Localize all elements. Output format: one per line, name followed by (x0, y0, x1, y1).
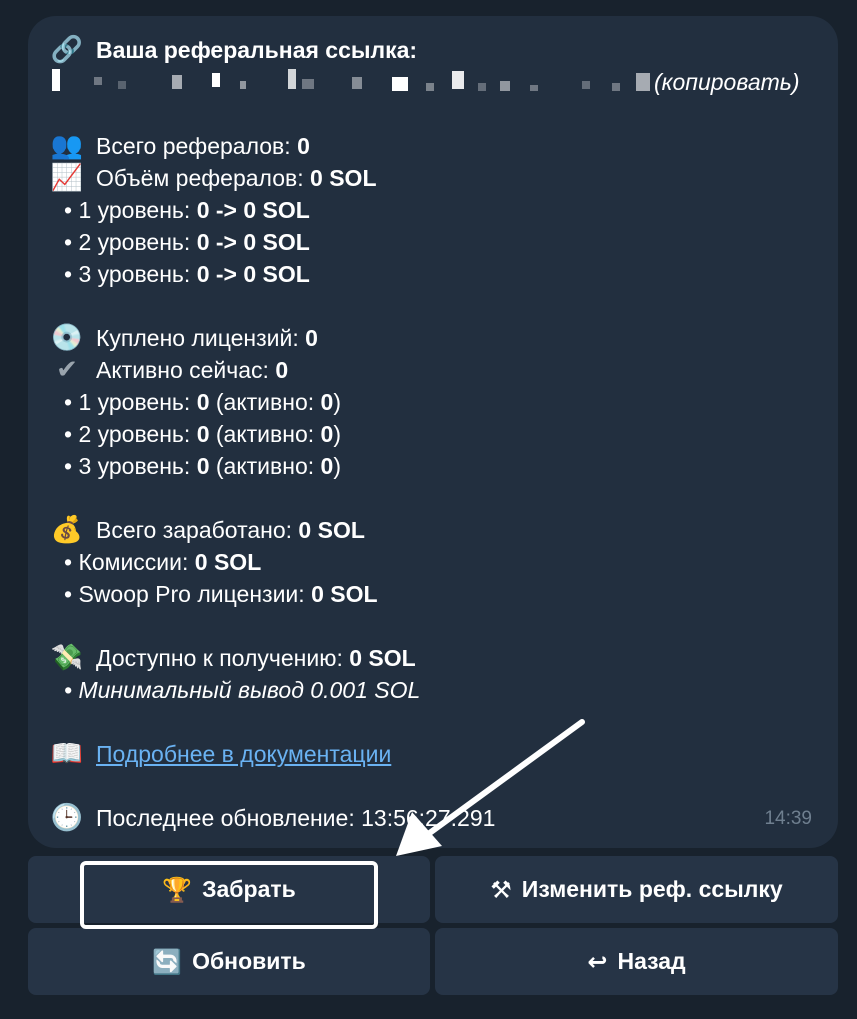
copy-link-label[interactable]: (копировать) (654, 69, 800, 95)
ref-link-title: Ваша реферальная ссылка: (96, 37, 418, 63)
last-update-value: 13:56:27.291 (361, 805, 496, 831)
message-bubble: 🔗 Ваша реферальная ссылка: (копировать) … (28, 16, 838, 848)
checkmark-icon: ✔ (56, 355, 78, 385)
refresh-button[interactable]: 🔄 Обновить (28, 928, 430, 995)
link-icon: 🔗 (50, 35, 84, 65)
disc-icon: 💿 (50, 323, 84, 353)
claim-highlight-box (80, 861, 378, 929)
chart-up-icon: 📈 (50, 163, 84, 193)
refresh-icon: 🔄 (152, 947, 183, 976)
flying-money-icon: 💸 (50, 643, 84, 673)
money-bag-icon: 💰 (50, 515, 84, 545)
copy-link[interactable]: (копировать) (654, 66, 800, 98)
message-time: 14:39 (764, 808, 812, 829)
back-icon: ↩ (587, 947, 608, 976)
ref-link-redacted (52, 69, 652, 91)
people-icon: 👥 (50, 131, 84, 161)
docs-link[interactable]: Подробнее в документации (96, 738, 391, 770)
tools-icon: ⚒ (490, 875, 512, 904)
change-ref-link-button[interactable]: ⚒ Изменить реф. ссылку (435, 856, 838, 923)
book-icon: 📖 (50, 739, 84, 769)
clock-icon: 🕒 (50, 803, 84, 833)
back-button[interactable]: ↩ Назад (435, 928, 838, 995)
